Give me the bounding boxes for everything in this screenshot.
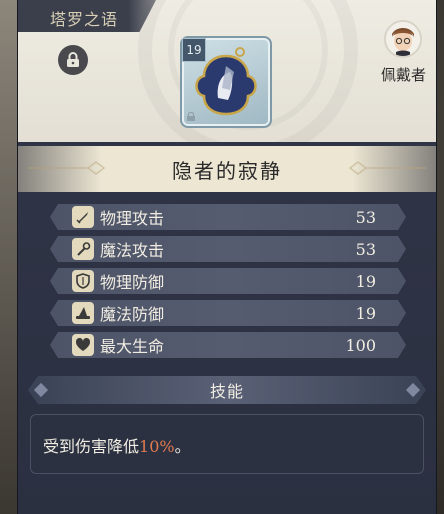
witch-hat-icon: [72, 302, 94, 324]
stat-value: 19: [355, 303, 376, 323]
ornament-right-icon: [348, 161, 426, 175]
equipment-detail-panel: 塔罗之语 19 佩戴者 隐者的寂静 物理攻击 53 魔法攻击 53 物理防御 1…: [18, 0, 436, 514]
item-icon-frame[interactable]: 19: [180, 36, 272, 128]
skill-header: 技能: [28, 376, 426, 404]
stat-value: 53: [355, 207, 376, 227]
stat-value: 53: [355, 239, 376, 259]
stat-label: 魔法防御: [100, 305, 165, 324]
category-tab: 塔罗之语: [18, 0, 156, 32]
stat-value: 19: [355, 271, 376, 291]
stats-list: 物理攻击 53 魔法攻击 53 物理防御 19 魔法防御 19 最大生命 100: [50, 204, 406, 364]
stat-row-max-hp: 最大生命 100: [50, 332, 406, 358]
character-name: 佩戴者: [380, 66, 426, 84]
diamond-right-icon: [406, 383, 420, 397]
diamond-left-icon: [34, 383, 48, 397]
skill-title: 技能: [209, 382, 244, 401]
category-title: 塔罗之语: [50, 10, 119, 29]
skill-description: 受到伤害降低10%。: [43, 437, 191, 456]
shield-icon: [72, 270, 94, 292]
heart-icon: [72, 334, 94, 356]
small-lock-icon: [187, 112, 195, 121]
skill-text-after: 。: [174, 437, 191, 456]
staff-icon: [72, 238, 94, 260]
sword-icon: [72, 206, 94, 228]
stat-label: 物理防御: [100, 273, 165, 292]
stat-row-magic-attack: 魔法攻击 53: [50, 236, 406, 262]
stat-row-physical-attack: 物理攻击 53: [50, 204, 406, 230]
skill-description-box: 受到伤害降低10%。: [30, 414, 424, 474]
character-avatar[interactable]: [384, 20, 422, 58]
stat-label: 最大生命: [100, 337, 165, 356]
item-name-banner: 隐者的寂静: [18, 146, 436, 192]
skill-text-before: 受到伤害降低: [43, 437, 140, 456]
stat-row-magic-defense: 魔法防御 19: [50, 300, 406, 326]
ornament-left-icon: [28, 161, 106, 175]
item-name: 隐者的寂静: [172, 158, 282, 183]
lock-icon[interactable]: [58, 45, 88, 75]
item-header-area: 塔罗之语 19 佩戴者: [18, 0, 436, 142]
stat-row-physical-defense: 物理防御 19: [50, 268, 406, 294]
stat-value: 100: [345, 335, 376, 355]
skill-highlight-value: 10%: [139, 437, 175, 456]
background-edge: [0, 0, 18, 514]
stat-label: 物理攻击: [100, 209, 165, 228]
stat-label: 魔法攻击: [100, 241, 165, 260]
